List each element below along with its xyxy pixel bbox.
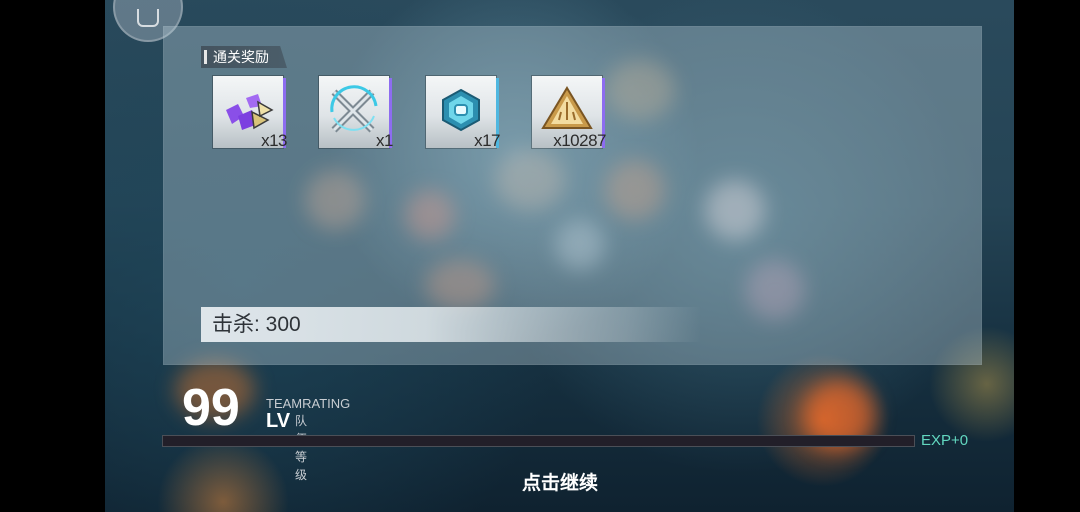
cup-icon <box>137 9 159 27</box>
kill-count: 击杀: 300 <box>201 307 701 342</box>
exp-progress-bar <box>162 435 915 447</box>
exp-gain-label: EXP+0 <box>921 432 969 449</box>
reward-count: x17 <box>474 131 500 150</box>
rewards-title: 通关奖励 <box>201 46 287 68</box>
reward-item-4[interactable]: x10287 <box>532 76 606 150</box>
reward-item-1[interactable]: x13 <box>213 76 287 150</box>
reward-item-3[interactable]: x17 <box>426 76 500 150</box>
reward-count: x10287 <box>553 131 606 150</box>
reward-count: x13 <box>261 131 287 150</box>
team-rating-label: TEAMRATING <box>266 396 351 411</box>
team-level-number: 99 <box>182 379 240 437</box>
crossed-swords-icon <box>330 85 378 133</box>
letterbox-left <box>0 0 105 512</box>
lv-label: LV <box>266 410 291 432</box>
letterbox-right <box>1014 0 1080 512</box>
reward-count: x1 <box>376 131 393 150</box>
tap-to-continue-button[interactable]: 点击继续 <box>0 468 1080 495</box>
results-panel: 通关奖励 x13 x1 x17 x10287 击杀: 300 <box>163 26 982 365</box>
reward-item-2[interactable]: x1 <box>319 76 393 150</box>
reward-list: x13 x1 x17 x10287 <box>213 76 643 156</box>
game-screen[interactable]: 通关奖励 x13 x1 x17 x10287 击杀: 300 99 TEAMRA… <box>0 0 1080 512</box>
